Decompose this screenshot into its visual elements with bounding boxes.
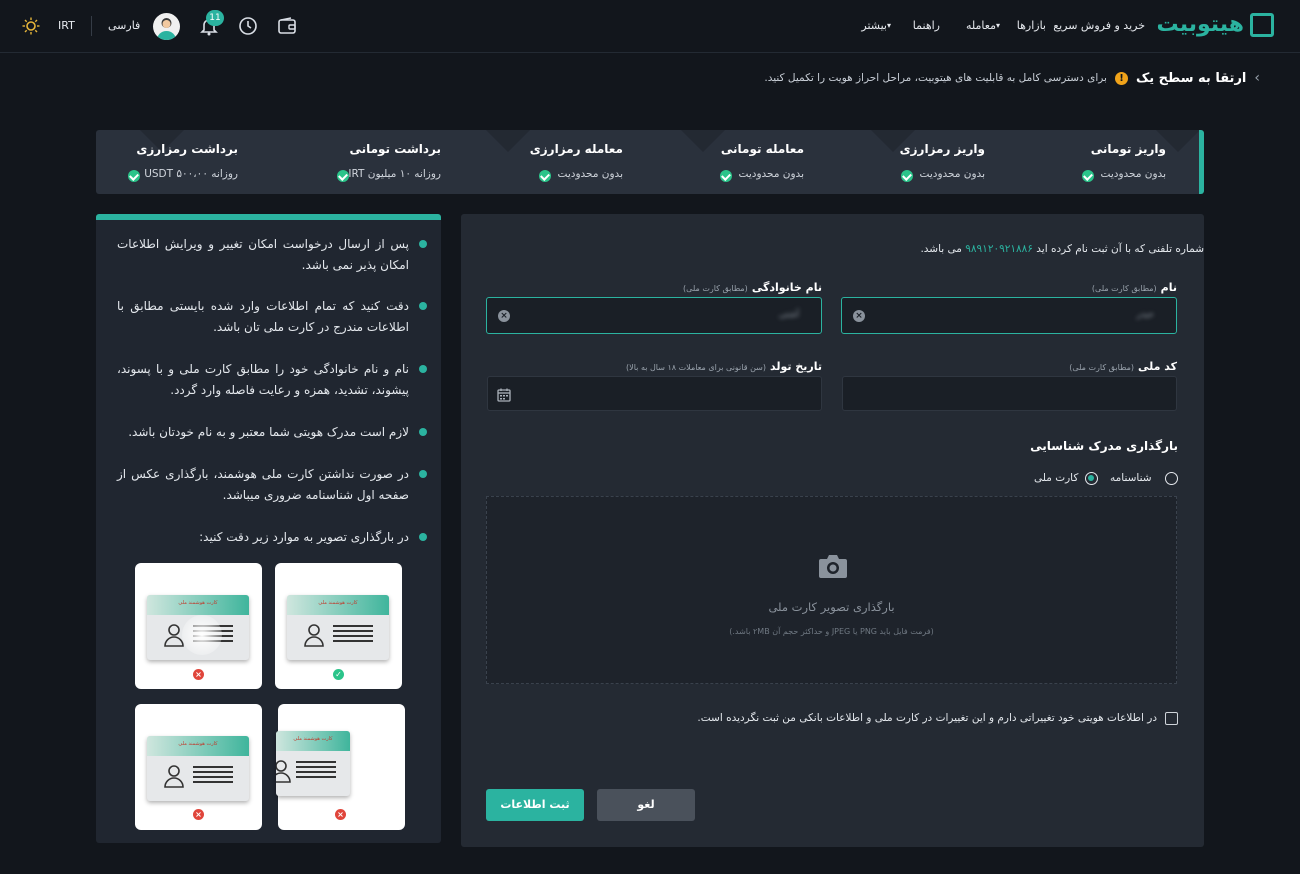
check-icon: [1082, 170, 1094, 182]
guideline-item: نام و نام خانوادگی خود را مطابق کارت ملی…: [117, 359, 427, 401]
nav-trade[interactable]: معامله ▾: [966, 19, 1004, 32]
wallet-icon[interactable]: [275, 14, 299, 38]
limit-toman-trade: معامله تومانی بدون محدودیت: [720, 142, 804, 182]
guideline-item: پس از ارسال درخواست امکان تغییر و ویرایش…: [117, 234, 427, 276]
currency-selector[interactable]: IRT: [58, 19, 75, 32]
limit-toman-deposit: واریز تومانی بدون محدودیت: [996, 130, 1166, 194]
check-icon: ✓: [333, 669, 344, 680]
calendar-icon[interactable]: [497, 388, 511, 402]
guideline-item: لازم است مدرک هویتی شما معتبر و به نام خ…: [117, 422, 427, 443]
notification-badge: 11: [206, 10, 224, 26]
page-title: ارتقا به سطح یک: [1135, 70, 1247, 86]
changes-checkbox-label: در اطلاعات هویتی خود تغییراتی دارم و این…: [697, 712, 1157, 724]
limit-crypto-deposit: واریز رمزارزی بدون محدودیت: [899, 142, 985, 182]
clear-icon[interactable]: ×: [853, 310, 865, 322]
submit-button[interactable]: ثبت اطلاعات: [486, 789, 584, 821]
limit-toman-withdraw: برداشت تومانی روزانه ۱۰ میلیون IRT: [271, 130, 441, 194]
header-divider: [91, 16, 92, 36]
check-icon: [539, 170, 551, 182]
breadcrumb: › ارتقا به سطح یک ! برای دسترسی کامل به …: [764, 70, 1260, 86]
language-selector[interactable]: فارسی: [108, 19, 140, 32]
clear-icon[interactable]: ×: [498, 310, 510, 322]
upgrade-message: برای دسترسی کامل به قابلیت های هیتوبیت، …: [764, 72, 1107, 84]
nav-more[interactable]: بیشتر ▾: [861, 19, 895, 32]
level-limits-bar: واریز تومانی بدون محدودیت واریز رمزارزی بد…: [96, 130, 1204, 194]
check-icon: [901, 170, 913, 182]
upload-dropzone[interactable]: بارگذاری تصویر کارت ملی (فرمت فایل باید …: [486, 496, 1177, 684]
radio-birth-certificate-label: شناسنامه: [1110, 472, 1152, 484]
first-name-label: نام(مطابق کارت ملی): [1091, 281, 1177, 294]
back-chevron-icon[interactable]: ›: [1254, 70, 1260, 86]
camera-icon: [819, 555, 847, 578]
national-code-input[interactable]: [842, 376, 1177, 411]
national-code-label: کد ملی(مطابق کارت ملی): [1069, 360, 1177, 373]
phone-notice: شماره تلفنی که با آن ثبت نام کرده اید ۹۸…: [920, 243, 1204, 255]
cancel-button[interactable]: لغو: [597, 789, 695, 821]
upload-hint: (فرمت فایل باید PNG یا JPEG و حداکثر حجم…: [729, 627, 934, 636]
nav-guide[interactable]: راهنما: [913, 19, 940, 32]
check-icon: [128, 170, 140, 182]
chevron-down-icon: ▾: [886, 21, 891, 30]
example-card-blurry: کارت هوشمند ملی ×: [135, 704, 262, 830]
radio-national-card-label: کارت ملی: [1034, 472, 1079, 484]
nav-markets[interactable]: بازارها: [1017, 19, 1046, 32]
logo-mark-icon: [1250, 12, 1274, 37]
chevron-down-icon: ▾: [995, 21, 1000, 30]
history-icon[interactable]: [236, 14, 260, 38]
error-icon: ×: [193, 809, 204, 820]
nav-quick-trade[interactable]: خرید و فروش سریع: [1053, 19, 1145, 32]
changes-checkbox[interactable]: [1165, 712, 1178, 725]
upload-section-title: بارگذاری مدرک شناسایی: [1030, 439, 1178, 453]
example-card-correct: کارت هوشمند ملی ✓: [275, 563, 402, 689]
guideline-item: در صورت نداشتن کارت ملی هوشمند، بارگذاری…: [117, 464, 427, 506]
sun-icon[interactable]: [19, 14, 43, 38]
error-icon: ×: [335, 809, 346, 820]
limit-crypto-withdraw: برداشت رمزارزی روزانه USDT ۵۰۰،۰۰: [96, 130, 238, 194]
check-icon: [720, 170, 732, 182]
avatar[interactable]: [153, 13, 180, 40]
brand-logo[interactable]: هیتوبیت: [1156, 12, 1274, 37]
warning-icon: !: [1114, 71, 1128, 85]
top-header: هیتوبیت خرید و فروش سریع بازارها معامله ▾…: [0, 0, 1300, 53]
guideline-item: در بارگذاری تصویر به موارد زیر دقت کنید:: [117, 527, 427, 548]
error-icon: ×: [193, 669, 204, 680]
first-name-input[interactable]: × حیدر: [841, 297, 1177, 334]
last-name-input[interactable]: × آشتی: [486, 297, 822, 334]
upload-title: بارگذاری تصویر کارت ملی: [768, 600, 895, 614]
check-icon: [337, 170, 349, 182]
limit-crypto-trade: معامله رمزارزی بدون محدودیت: [529, 142, 623, 182]
birth-date-input[interactable]: [487, 376, 822, 411]
example-card-glare: کارت هوشمند ملی ×: [135, 563, 262, 689]
brand-name: هیتوبیت: [1156, 12, 1244, 37]
last-name-label: نام خانوادگی(مطابق کارت ملی): [683, 281, 822, 294]
radio-national-card[interactable]: [1085, 472, 1098, 485]
example-card-cropped: کارت هوشمند ملی ×: [276, 704, 405, 830]
guideline-item: دقت کنید که تمام اطلاعات وارد شده بایستی…: [117, 296, 427, 338]
radio-birth-certificate[interactable]: [1165, 472, 1178, 485]
birth-date-label: تاریخ تولد(سن قانونی برای معاملات ۱۸ سال…: [626, 360, 822, 373]
